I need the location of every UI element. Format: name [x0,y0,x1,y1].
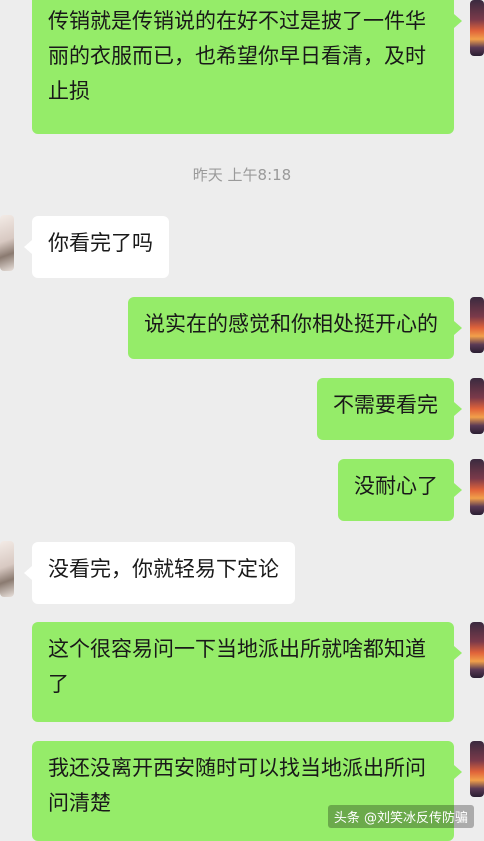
bubble-tail [24,566,32,580]
self-avatar[interactable] [470,741,484,797]
bubble-tail [454,483,462,497]
bubble-tail [454,402,462,416]
message-bubble-self[interactable]: 这个很容易问一下当地派出所就啥都知道了 [32,622,454,722]
peer-avatar[interactable] [0,541,14,597]
message-bubble-self[interactable]: 说实在的感觉和你相处挺开心的 [128,297,454,359]
message-bubble-self[interactable]: 没耐心了 [338,459,454,521]
self-avatar[interactable] [470,378,484,434]
watermark-label: 头条 @刘笑冰反传防骗 [327,805,474,828]
peer-avatar[interactable] [0,215,14,271]
bubble-tail [454,321,462,335]
bubble-tail [454,646,462,660]
message-bubble-peer[interactable]: 你看完了吗 [32,216,169,278]
message-bubble-self[interactable]: 不需要看完 [317,378,454,440]
bubble-tail [24,240,32,254]
self-avatar[interactable] [470,622,484,678]
chat-timestamp: 昨天 上午8:18 [192,166,292,184]
self-avatar[interactable] [470,0,484,56]
self-avatar[interactable] [470,459,484,515]
self-avatar[interactable] [470,297,484,353]
message-bubble-self[interactable]: 传销就是传销说的在好不过是披了一件华丽的衣服而已，也希望你早日看清，及时止损 [32,0,454,134]
message-bubble-peer[interactable]: 没看完，你就轻易下定论 [32,542,295,604]
bubble-tail [454,14,462,28]
bubble-tail [454,765,462,779]
